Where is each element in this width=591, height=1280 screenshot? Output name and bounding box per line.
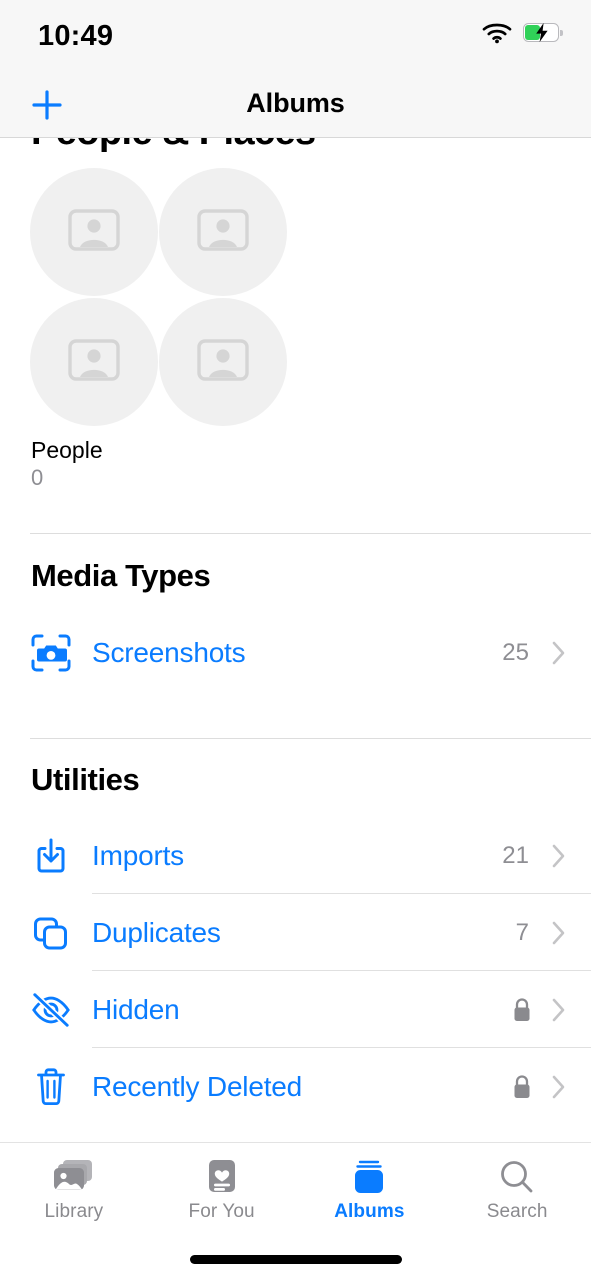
section-header-people-places: People & Places bbox=[31, 138, 316, 154]
chevron-right-icon bbox=[551, 997, 567, 1023]
for-you-card-heart-icon bbox=[204, 1157, 240, 1197]
import-tray-arrow-down-icon bbox=[30, 835, 72, 877]
people-album-count: 0 bbox=[31, 465, 44, 490]
chevron-right-icon bbox=[551, 920, 567, 946]
section-divider bbox=[30, 533, 591, 534]
tab-bar: Library For You Albums Search bbox=[0, 1142, 591, 1242]
status-bar-time: 10:49 bbox=[38, 20, 114, 52]
row-label: Duplicates bbox=[92, 916, 221, 948]
chevron-right-icon bbox=[551, 1074, 567, 1100]
row-recently-deleted[interactable]: Recently Deleted bbox=[0, 1048, 591, 1125]
person-photo-placeholder-icon bbox=[68, 338, 120, 386]
chevron-right-icon bbox=[551, 843, 567, 869]
person-placeholder-tile[interactable] bbox=[30, 298, 158, 426]
status-bar-indicators bbox=[482, 22, 563, 44]
home-indicator bbox=[189, 1255, 402, 1264]
section-divider bbox=[30, 738, 591, 739]
row-label: Imports bbox=[92, 839, 184, 871]
chevron-right-icon bbox=[551, 640, 567, 666]
tab-for-you[interactable]: For You bbox=[148, 1143, 296, 1242]
tab-label: For You bbox=[188, 1201, 255, 1222]
duplicate-squares-icon bbox=[30, 912, 72, 954]
albums-stack-icon bbox=[348, 1157, 390, 1197]
row-count: 25 bbox=[502, 638, 529, 666]
tab-label: Albums bbox=[334, 1201, 405, 1222]
lock-icon bbox=[511, 1074, 533, 1100]
row-count: 21 bbox=[502, 841, 529, 869]
row-hidden[interactable]: Hidden bbox=[0, 971, 591, 1048]
row-label: Screenshots bbox=[92, 636, 246, 668]
person-placeholder-tile[interactable] bbox=[159, 168, 287, 296]
trash-icon bbox=[30, 1066, 72, 1108]
tab-albums[interactable]: Albums bbox=[296, 1143, 444, 1242]
lock-icon bbox=[511, 997, 533, 1023]
section-header-media-types: Media Types bbox=[31, 558, 211, 593]
person-placeholder-tile[interactable] bbox=[30, 168, 158, 296]
row-screenshots[interactable]: Screenshots 25 bbox=[0, 614, 591, 691]
row-imports[interactable]: Imports 21 bbox=[0, 817, 591, 894]
photos-app-screen: 10:49 Albums People 0 Media Types Screen… bbox=[0, 0, 591, 1280]
photo-stack-icon bbox=[52, 1157, 96, 1197]
eye-slash-icon bbox=[30, 989, 72, 1031]
status-bar: 10:49 bbox=[0, 0, 591, 68]
person-photo-placeholder-icon bbox=[197, 208, 249, 256]
section-header-utilities: Utilities bbox=[31, 762, 140, 797]
tab-label: Search bbox=[486, 1201, 548, 1222]
magnifier-icon bbox=[497, 1157, 537, 1197]
tab-search[interactable]: Search bbox=[443, 1143, 591, 1242]
screenshot-camera-icon bbox=[30, 632, 72, 674]
person-placeholder-tile[interactable] bbox=[159, 298, 287, 426]
tab-label: Library bbox=[44, 1201, 104, 1222]
row-label: Hidden bbox=[92, 993, 180, 1025]
people-album-title: People bbox=[31, 437, 103, 463]
albums-scroll-content[interactable]: People & Places bbox=[0, 138, 591, 1142]
person-photo-placeholder-icon bbox=[197, 338, 249, 386]
tab-library[interactable]: Library bbox=[0, 1143, 148, 1242]
row-count: 7 bbox=[515, 918, 529, 946]
person-photo-placeholder-icon bbox=[68, 208, 120, 256]
people-placeholder-grid[interactable] bbox=[30, 168, 290, 428]
row-label: Recently Deleted bbox=[92, 1070, 303, 1102]
battery-charging-icon bbox=[523, 23, 563, 43]
page-title: Albums bbox=[246, 88, 345, 118]
wifi-icon bbox=[482, 22, 512, 44]
row-duplicates[interactable]: Duplicates 7 bbox=[0, 894, 591, 971]
navigation-bar: Albums bbox=[0, 68, 591, 138]
